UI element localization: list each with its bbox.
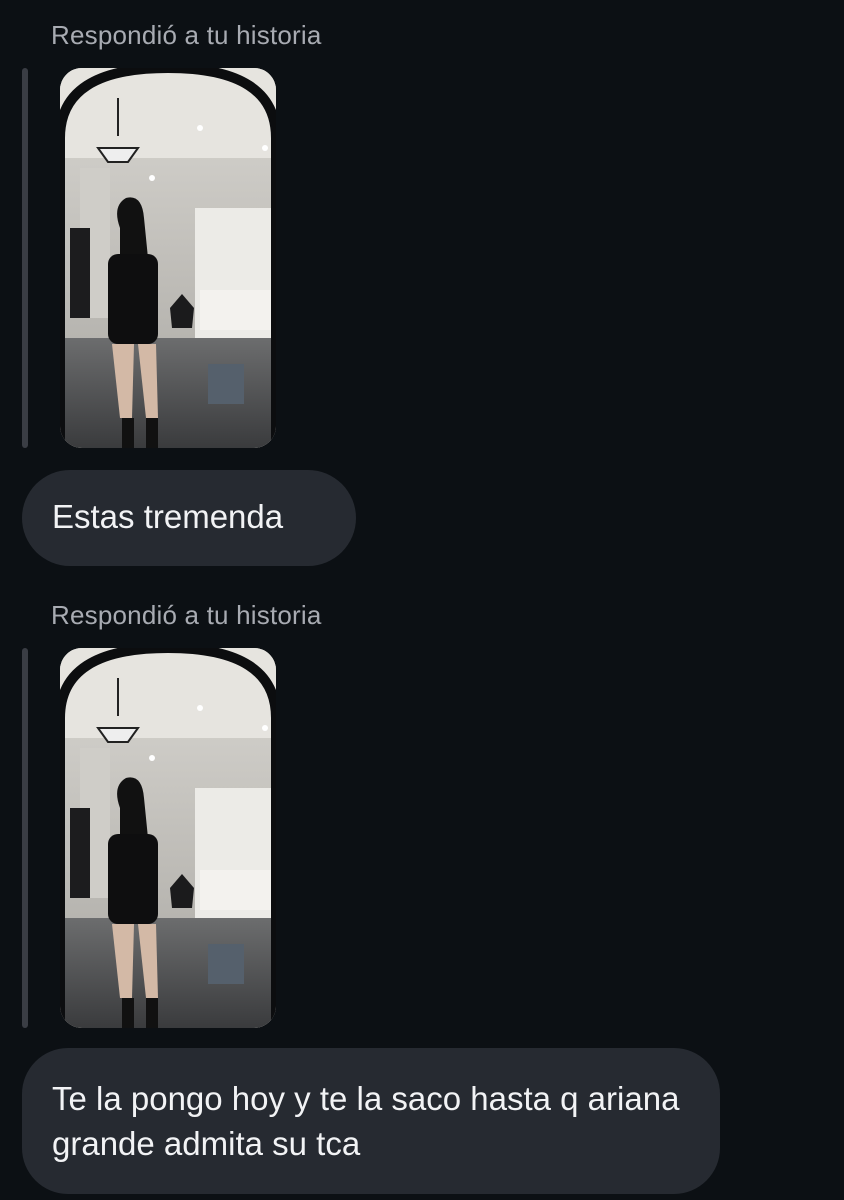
dm-thread: Respondió a tu historia Estas tremenda R…	[0, 0, 844, 1200]
message-text: Estas tremenda	[52, 498, 284, 535]
story-reply-label: Respondió a tu historia	[51, 600, 322, 630]
message-text: Te la pongo hoy y te la saco hasta q ari…	[52, 1080, 680, 1162]
message-bubble[interactable]: Estas tremenda	[22, 470, 356, 566]
quote-bar	[22, 68, 28, 448]
message-bubble[interactable]: Te la pongo hoy y te la saco hasta q ari…	[22, 1048, 720, 1194]
story-preview-thumbnail[interactable]	[60, 648, 276, 1028]
story-image	[60, 648, 276, 1028]
story-image	[60, 68, 276, 448]
quote-bar	[22, 648, 28, 1028]
story-reply-label: Respondió a tu historia	[51, 20, 322, 50]
story-preview-thumbnail[interactable]	[60, 68, 276, 448]
